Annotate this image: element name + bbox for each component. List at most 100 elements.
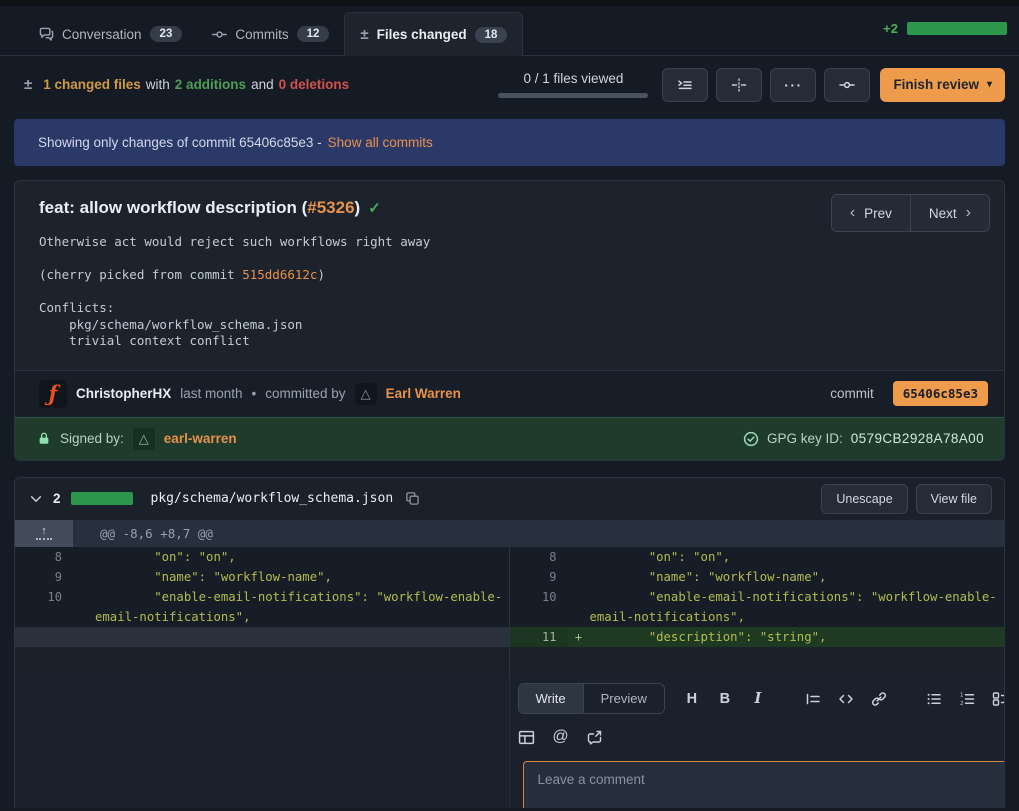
diff-stat-additions: +2: [883, 21, 898, 36]
table-icon[interactable]: [518, 728, 536, 746]
line-number[interactable]: 10: [510, 587, 568, 627]
conversation-count-badge: 23: [150, 26, 183, 42]
code-line: "name": "workflow-name",: [590, 567, 1005, 587]
signer-name[interactable]: earl-warren: [164, 431, 237, 446]
commits-count-badge: 12: [297, 26, 330, 42]
tab-commits[interactable]: Commits 12: [197, 13, 344, 55]
diff-stat: +2: [883, 21, 1007, 40]
svg-text:2: 2: [960, 701, 964, 707]
diff-row-new-9: 9 "name": "workflow-name",: [510, 567, 1005, 587]
signed-by-label: Signed by:: [60, 431, 124, 446]
tab-conversation[interactable]: Conversation 23: [24, 13, 197, 55]
code-line: "name": "workflow-name",: [95, 567, 509, 587]
commit-date: last month: [180, 386, 242, 401]
options-button[interactable]: ···: [770, 68, 816, 102]
mention-icon[interactable]: @: [552, 728, 570, 746]
show-all-commits-link[interactable]: Show all commits: [328, 135, 433, 150]
markdown-toolbar: H B I: [683, 690, 1005, 708]
commits-icon: [212, 27, 227, 42]
hunk-header-row: ↑ @@ -8,6 +8,7 @@: [15, 520, 1004, 547]
cherry-pick-hash[interactable]: 515dd6612c: [242, 267, 317, 282]
quote-icon[interactable]: [804, 690, 822, 708]
signed-check-icon: ✓: [368, 199, 381, 217]
committer-name[interactable]: Earl Warren: [386, 386, 461, 401]
bold-icon[interactable]: B: [716, 690, 734, 708]
gpg-key-value: 0579CB2928A78A00: [851, 431, 984, 446]
inline-comment-form: Write Preview H B I: [510, 677, 1006, 808]
line-number[interactable]: 10: [15, 587, 73, 627]
committer-avatar[interactable]: △: [355, 383, 377, 405]
diff-new-column: 8 "on": "on", 9 "name": "workflow-name",…: [510, 547, 1005, 678]
commit-jump-button[interactable]: [824, 68, 870, 102]
finish-review-label: Finish review: [893, 77, 979, 92]
author-avatar[interactable]: ƒ: [39, 380, 67, 408]
commit-author-row: ƒ ChristopherHX last month • committed b…: [15, 370, 1004, 417]
lock-icon: [37, 431, 51, 446]
ellipsis-icon: ···: [784, 77, 803, 93]
caret-down-icon: ▾: [987, 79, 992, 90]
numbered-list-icon[interactable]: 12: [958, 690, 976, 708]
expand-up-icon: ↑: [41, 527, 47, 536]
split-diff: 8 "on": "on", 9 "name": "workflow-name",…: [15, 547, 1004, 678]
expand-hunk-button[interactable]: ↑: [15, 520, 73, 547]
next-label: Next: [929, 206, 957, 221]
diff-view-button[interactable]: [716, 68, 762, 102]
editor-toolbar-row2: @ Aa: [518, 728, 1006, 746]
pull-request-files-page: Conversation 23 Commits 12 ± Files chang…: [0, 0, 1019, 811]
reference-icon[interactable]: [586, 728, 604, 746]
files-count-badge: 18: [475, 27, 508, 43]
prev-label: Prev: [864, 206, 892, 221]
plusminus-icon: ±: [24, 76, 32, 93]
file-diff-header: 2 pkg/schema/workflow_schema.json Unesca…: [15, 478, 1004, 520]
next-commit-button[interactable]: Next ›: [910, 195, 989, 231]
with-text: with: [146, 77, 170, 92]
dot-separator: •: [252, 386, 257, 401]
code-icon[interactable]: [837, 690, 855, 708]
tab-files-changed[interactable]: ± Files changed 18: [344, 12, 523, 56]
write-tab[interactable]: Write: [519, 684, 583, 713]
unescape-button[interactable]: Unescape: [821, 484, 907, 514]
file-tree-button[interactable]: [662, 68, 708, 102]
commit-title: feat: allow workflow description (#5326): [39, 198, 360, 218]
code-line: "description": "string",: [590, 627, 1005, 647]
line-number[interactable]: 8: [510, 547, 568, 567]
task-list-icon[interactable]: [991, 690, 1005, 708]
italic-icon[interactable]: I: [749, 690, 767, 708]
diff-filler-row: [15, 627, 509, 647]
expand-dotted-line: [36, 538, 52, 540]
chevron-right-icon: ›: [966, 204, 971, 222]
diff-row-old-8: 8 "on": "on",: [15, 547, 509, 567]
diff-old-column: 8 "on": "on", 9 "name": "workflow-name",…: [15, 547, 510, 678]
line-number[interactable]: 9: [15, 567, 73, 587]
comment-input[interactable]: [523, 761, 1006, 808]
collapse-file-icon[interactable]: [29, 492, 43, 506]
file-tree-icon: [677, 77, 693, 93]
finish-review-button[interactable]: Finish review ▾: [880, 68, 1005, 102]
commit-label: commit: [830, 386, 874, 401]
line-number[interactable]: 8: [15, 547, 73, 567]
author-name[interactable]: ChristopherHX: [76, 386, 171, 401]
signed-row: Signed by: △ earl-warren GPG key ID: 057…: [15, 417, 1004, 460]
signer-avatar[interactable]: △: [133, 428, 155, 450]
copy-path-icon[interactable]: [405, 491, 420, 506]
line-number[interactable]: 9: [510, 567, 568, 587]
file-diff-stat-bar: [71, 492, 133, 505]
commit-hash-badge[interactable]: 65406c85e3: [893, 381, 988, 406]
code-line: "on": "on",: [590, 547, 1005, 567]
code-line: "enable-email-notifications": "workflow-…: [590, 587, 1005, 627]
line-number[interactable]: 11: [510, 627, 568, 647]
issue-link[interactable]: #5326: [307, 198, 354, 217]
file-name[interactable]: pkg/schema/workflow_schema.json: [151, 491, 394, 506]
bullet-list-icon[interactable]: [925, 690, 943, 708]
comment-row-left-spacer: [15, 677, 510, 808]
review-buttons: ··· Finish review ▾: [662, 68, 1005, 102]
heading-icon[interactable]: H: [683, 690, 701, 708]
preview-tab[interactable]: Preview: [583, 684, 664, 713]
addition-sign: +: [568, 627, 590, 647]
gpg-info: GPG key ID: 0579CB2928A78A00: [743, 431, 984, 447]
link-icon[interactable]: [870, 690, 888, 708]
prev-commit-button[interactable]: ‹ Prev: [832, 195, 910, 231]
split-view-icon: [731, 77, 747, 93]
view-file-button[interactable]: View file: [916, 484, 992, 514]
diff-stat-bar: [907, 22, 1007, 35]
